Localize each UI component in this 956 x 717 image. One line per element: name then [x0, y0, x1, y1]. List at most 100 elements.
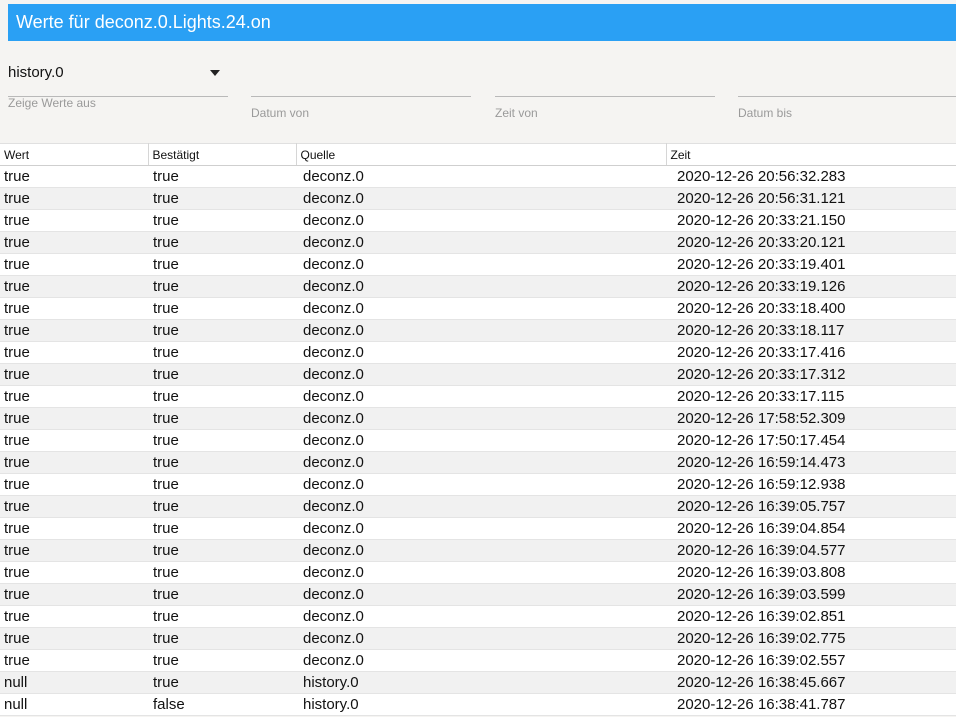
- cell-wert: true: [0, 605, 148, 628]
- cell-bestaetigt: true: [148, 561, 296, 584]
- table-row[interactable]: true true deconz.0 2020-12-26 16:39:05.757: [0, 495, 956, 518]
- table-row[interactable]: true true deconz.0 2020-12-26 16:39:02.557: [0, 649, 956, 672]
- cell-wert: true: [0, 275, 148, 298]
- cell-wert: true: [0, 363, 148, 386]
- column-header-zeit[interactable]: Zeit: [666, 143, 956, 166]
- cell-zeit: 2020-12-26 16:38:41.787: [666, 693, 956, 716]
- cell-zeit: 2020-12-26 16:38:45.667: [666, 671, 956, 694]
- cell-wert: true: [0, 319, 148, 342]
- cell-quelle: history.0: [296, 693, 666, 716]
- cell-bestaetigt: true: [148, 385, 296, 408]
- cell-bestaetigt: true: [148, 671, 296, 694]
- table-row[interactable]: true true deconz.0 2020-12-26 20:33:21.150: [0, 209, 956, 232]
- table-row[interactable]: true true deconz.0 2020-12-26 20:33:17.416: [0, 341, 956, 364]
- cell-zeit: 2020-12-26 20:56:32.283: [666, 165, 956, 188]
- cell-wert: true: [0, 583, 148, 606]
- cell-bestaetigt: true: [148, 187, 296, 210]
- cell-bestaetigt: true: [148, 583, 296, 606]
- cell-bestaetigt: true: [148, 319, 296, 342]
- table-row[interactable]: true true deconz.0 2020-12-26 20:33:17.115: [0, 385, 956, 408]
- cell-wert: true: [0, 187, 148, 210]
- column-header-bestaetigt[interactable]: Bestätigt: [148, 143, 297, 166]
- cell-zeit: 2020-12-26 16:39:02.851: [666, 605, 956, 628]
- table-row[interactable]: true true deconz.0 2020-12-26 16:39:04.854: [0, 517, 956, 540]
- table-row[interactable]: true true deconz.0 2020-12-26 20:56:31.121: [0, 187, 956, 210]
- column-header-wert[interactable]: Wert: [0, 143, 149, 166]
- cell-wert: true: [0, 165, 148, 188]
- table-row[interactable]: true true deconz.0 2020-12-26 20:33:18.400: [0, 297, 956, 320]
- cell-quelle: deconz.0: [296, 385, 666, 408]
- table-row[interactable]: true true deconz.0 2020-12-26 16:39:02.851: [0, 605, 956, 628]
- table-row[interactable]: true true deconz.0 2020-12-26 16:39:03.808: [0, 561, 956, 584]
- cell-zeit: 2020-12-26 16:39:04.577: [666, 539, 956, 562]
- cell-zeit: 2020-12-26 16:39:05.757: [666, 495, 956, 518]
- cell-wert: true: [0, 341, 148, 364]
- table-row[interactable]: true true deconz.0 2020-12-26 20:56:32.283: [0, 165, 956, 188]
- cell-bestaetigt: true: [148, 407, 296, 430]
- date-from-field[interactable]: Datum von: [251, 56, 471, 126]
- cell-wert: true: [0, 517, 148, 540]
- cell-quelle: deconz.0: [296, 253, 666, 276]
- cell-quelle: deconz.0: [296, 231, 666, 254]
- table-row[interactable]: true true deconz.0 2020-12-26 16:39:03.599: [0, 583, 956, 606]
- table-row[interactable]: true true deconz.0 2020-12-26 20:33:17.312: [0, 363, 956, 386]
- cell-zeit: 2020-12-26 16:39:03.808: [666, 561, 956, 584]
- cell-wert: true: [0, 253, 148, 276]
- source-select[interactable]: history.0 Zeige Werte aus: [8, 56, 228, 126]
- cell-wert: true: [0, 385, 148, 408]
- cell-zeit: 2020-12-26 16:39:02.775: [666, 627, 956, 650]
- table-row[interactable]: true true deconz.0 2020-12-26 20:33:19.126: [0, 275, 956, 298]
- table-row[interactable]: null false history.0 2020-12-26 16:38:41.78…: [0, 693, 956, 716]
- cell-wert: true: [0, 649, 148, 672]
- cell-bestaetigt: true: [148, 517, 296, 540]
- table-row[interactable]: true true deconz.0 2020-12-26 20:33:20.121: [0, 231, 956, 254]
- cell-quelle: deconz.0: [296, 165, 666, 188]
- table-row[interactable]: true true deconz.0 2020-12-26 17:58:52.309: [0, 407, 956, 430]
- date-to-field[interactable]: Datum bis: [738, 56, 956, 126]
- filter-bar: history.0 Zeige Werte aus Datum von Zeit…: [0, 56, 956, 126]
- history-table: Wert Bestätigt Quelle Zeit true true decon…: [0, 143, 956, 716]
- cell-quelle: deconz.0: [296, 495, 666, 518]
- cell-bestaetigt: true: [148, 165, 296, 188]
- table-row[interactable]: true true deconz.0 2020-12-26 20:33:19.401: [0, 253, 956, 276]
- table-header-row: Wert Bestätigt Quelle Zeit: [0, 143, 956, 166]
- cell-zeit: 2020-12-26 20:33:17.312: [666, 363, 956, 386]
- cell-zeit: 2020-12-26 16:59:14.473: [666, 451, 956, 474]
- cell-zeit: 2020-12-26 20:33:17.416: [666, 341, 956, 364]
- cell-zeit: 2020-12-26 20:33:17.115: [666, 385, 956, 408]
- column-header-quelle[interactable]: Quelle: [296, 143, 667, 166]
- cell-wert: true: [0, 451, 148, 474]
- table-row[interactable]: true true deconz.0 2020-12-26 20:33:18.117: [0, 319, 956, 342]
- cell-quelle: deconz.0: [296, 583, 666, 606]
- cell-quelle: deconz.0: [296, 319, 666, 342]
- source-select-label: Zeige Werte aus: [8, 96, 96, 110]
- cell-wert: null: [0, 671, 148, 694]
- cell-wert: true: [0, 495, 148, 518]
- cell-bestaetigt: false: [148, 693, 296, 716]
- table-row[interactable]: true true deconz.0 2020-12-26 16:59:12.938: [0, 473, 956, 496]
- cell-quelle: deconz.0: [296, 429, 666, 452]
- cell-quelle: deconz.0: [296, 407, 666, 430]
- cell-zeit: 2020-12-26 20:33:18.400: [666, 297, 956, 320]
- cell-wert: true: [0, 539, 148, 562]
- time-from-field[interactable]: Zeit von: [495, 56, 715, 126]
- date-to-label: Datum bis: [738, 106, 793, 120]
- cell-quelle: deconz.0: [296, 209, 666, 232]
- cell-bestaetigt: true: [148, 341, 296, 364]
- table-row[interactable]: true true deconz.0 2020-12-26 17:50:17.454: [0, 429, 956, 452]
- cell-quelle: deconz.0: [296, 473, 666, 496]
- cell-zeit: 2020-12-26 17:58:52.309: [666, 407, 956, 430]
- source-select-value[interactable]: history.0: [8, 64, 64, 81]
- table-row[interactable]: true true deconz.0 2020-12-26 16:59:14.473: [0, 451, 956, 474]
- cell-wert: true: [0, 429, 148, 452]
- cell-bestaetigt: true: [148, 209, 296, 232]
- date-from-label: Datum von: [251, 106, 310, 120]
- table-row[interactable]: true true deconz.0 2020-12-26 16:39:02.775: [0, 627, 956, 650]
- cell-quelle: deconz.0: [296, 297, 666, 320]
- cell-wert: true: [0, 473, 148, 496]
- cell-bestaetigt: true: [148, 495, 296, 518]
- caret-down-icon[interactable]: [210, 70, 220, 76]
- table-row[interactable]: true true deconz.0 2020-12-26 16:39:04.577: [0, 539, 956, 562]
- cell-wert: null: [0, 693, 148, 716]
- table-row[interactable]: null true history.0 2020-12-26 16:38:45.667: [0, 671, 956, 694]
